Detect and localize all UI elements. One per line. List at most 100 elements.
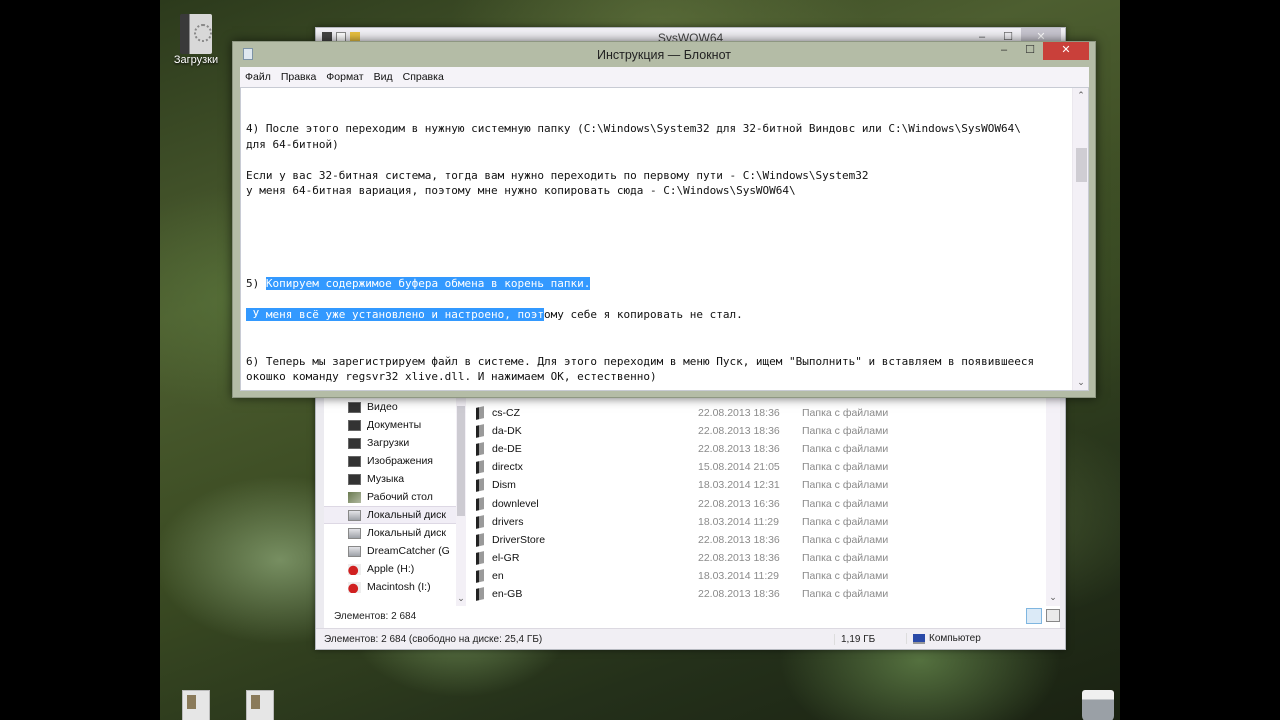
desktop-icon-label: Загрузки — [173, 54, 219, 66]
minimize-button[interactable]: – — [991, 42, 1017, 60]
text-editor[interactable]: 4) После этого переходим в нужную систем… — [240, 87, 1089, 391]
details-view-button[interactable] — [1026, 608, 1042, 624]
text-segment: ому себе я копировать не стал. — [544, 308, 743, 321]
file-row[interactable]: drivers 18.03.2014 11:29 Папка с файлами — [466, 513, 1026, 531]
vertical-scrollbar[interactable]: ⌃ ⌄ — [1072, 88, 1088, 390]
text-line — [246, 152, 1034, 168]
nav-item[interactable]: Локальный диск — [324, 524, 456, 542]
file-date: 22.08.2013 18:36 — [698, 425, 780, 438]
file-type: Папка с файлами — [802, 533, 889, 546]
desktop-document-shortcut[interactable] — [246, 690, 274, 720]
file-type: Папка с файлами — [802, 461, 889, 474]
scrollbar-thumb[interactable] — [457, 406, 465, 516]
file-row[interactable]: directx 15.08.2014 21:05 Папка с файлами — [466, 458, 1026, 476]
file-row[interactable]: DriverStore 22.08.2013 18:36 Папка с файла… — [466, 531, 1026, 549]
nav-item-label: Apple (H:) — [367, 563, 415, 575]
nav-item-label: Рабочий стол — [367, 491, 433, 503]
file-type: Папка с файлами — [802, 497, 889, 510]
text-line — [246, 214, 1034, 230]
notepad-title: Инструкция — Блокнот — [597, 48, 731, 62]
desktop-downloads-shortcut[interactable]: Загрузки — [168, 14, 224, 66]
nav-item[interactable]: DreamCatcher (G — [324, 542, 456, 560]
file-type: Папка с файлами — [802, 551, 889, 564]
nav-item[interactable]: Изображения — [324, 452, 456, 470]
document-text[interactable]: 4) После этого переходим в нужную систем… — [246, 121, 1034, 385]
menu-view[interactable]: Вид — [374, 71, 393, 83]
file-row[interactable]: el-GR 22.08.2013 18:36 Папка с файлами — [466, 549, 1026, 567]
desktop: Загрузки SysWOW64 – ☐ ✕ Видео Документы За… — [160, 0, 1120, 720]
text-line: 5) Копируем содержимое буфера обмена в к… — [246, 276, 1034, 292]
selected-text: У меня всё уже установлено и настроено, … — [246, 308, 545, 321]
menu-bar: Файл Правка Формат Вид Справка — [240, 67, 1089, 87]
music-library-icon — [348, 473, 361, 485]
file-row[interactable]: en-GB 22.08.2013 18:36 Папка с файлами — [466, 585, 1026, 603]
menu-file[interactable]: Файл — [245, 71, 271, 83]
item-count-bar: Элементов: 2 684 — [324, 606, 1060, 628]
file-name: drivers — [492, 515, 524, 528]
navigation-scrollbar[interactable]: ⌄ — [456, 398, 466, 606]
folder-icon — [476, 514, 484, 529]
file-name: en — [492, 569, 504, 582]
desktop-document-shortcut[interactable] — [182, 690, 210, 720]
file-name: directx — [492, 461, 523, 474]
text-line: 6) Теперь мы зарегистрируем файл в систе… — [246, 354, 1035, 368]
video-library-icon — [348, 401, 361, 413]
close-button[interactable]: ✕ — [1043, 42, 1089, 60]
status-location: Компьютер — [906, 633, 981, 644]
file-date: 22.08.2013 18:36 — [698, 407, 780, 419]
text-line — [246, 245, 1034, 261]
nav-item[interactable]: Локальный диск — [324, 506, 456, 524]
large-icons-view-button[interactable] — [1046, 609, 1060, 622]
file-type: Папка с файлами — [802, 425, 889, 438]
text-segment: 5) — [246, 277, 266, 290]
status-location-label: Компьютер — [929, 633, 981, 644]
nav-item[interactable]: Macintosh (I:) — [324, 578, 456, 596]
file-row[interactable]: da-DK 22.08.2013 18:36 Папка с файлами — [466, 422, 1026, 440]
file-row[interactable]: de-DE 22.08.2013 18:36 Папка с файлами — [466, 440, 1026, 458]
scrollbar-thumb[interactable] — [1076, 148, 1087, 182]
file-row[interactable]: cs-CZ 22.08.2013 18:36 Папка с файлами — [466, 404, 1026, 422]
file-row[interactable]: Dism 18.03.2014 12:31 Папка с файлами — [466, 476, 1026, 494]
scroll-down-icon[interactable]: ⌄ — [456, 593, 466, 604]
scroll-down-icon[interactable]: ⌄ — [1073, 377, 1088, 388]
downloads-folder-icon — [180, 14, 212, 54]
nav-item[interactable]: Загрузки — [324, 434, 456, 452]
document-icon — [182, 690, 210, 720]
file-name: Dism — [492, 479, 516, 492]
recycle-bin[interactable] — [1082, 690, 1114, 720]
file-date: 22.08.2013 18:36 — [698, 551, 780, 564]
maximize-button[interactable]: ☐ — [1017, 42, 1043, 60]
file-row[interactable]: en 18.03.2014 11:29 Папка с файлами — [466, 567, 1026, 585]
nav-item[interactable]: Apple (H:) — [324, 560, 456, 578]
file-type: Папка с файлами — [802, 588, 889, 600]
file-name: DriverStore — [492, 533, 546, 546]
scroll-down-icon[interactable]: ⌄ — [1046, 592, 1060, 603]
navigation-pane[interactable]: Видео Документы Загрузки Изображения Музыка Р… — [324, 398, 456, 606]
file-type: Папка с файлами — [802, 443, 889, 456]
file-row[interactable]: downlevel 22.08.2013 16:36 Папка с файлами — [466, 495, 1026, 513]
item-count: Элементов: 2 684 — [334, 611, 417, 622]
scroll-up-icon[interactable]: ⌃ — [1073, 90, 1088, 101]
nav-item[interactable]: Музыка — [324, 470, 456, 488]
nav-item[interactable]: Рабочий стол — [324, 488, 456, 506]
nav-item-label: Документы — [367, 419, 422, 431]
menu-help[interactable]: Справка — [403, 71, 444, 83]
menu-format[interactable]: Формат — [326, 71, 363, 83]
nav-item-label: DreamCatcher (G — [367, 545, 450, 557]
nav-item[interactable]: Документы — [324, 416, 456, 434]
document-icon — [246, 690, 274, 720]
notepad-titlebar[interactable]: Инструкция — Блокнот – ☐ ✕ — [233, 42, 1095, 67]
file-type: Папка с файлами — [802, 479, 889, 492]
text-line: Если у вас 32-битная система, тогда вам … — [246, 168, 869, 182]
nav-item-label: Загрузки — [367, 437, 410, 449]
file-list-scrollbar[interactable]: ⌄ — [1046, 398, 1060, 606]
file-name: el-GR — [492, 551, 520, 564]
notepad-window[interactable]: Инструкция — Блокнот – ☐ ✕ Файл Правка Ф… — [232, 41, 1096, 398]
menu-edit[interactable]: Правка — [281, 71, 316, 83]
file-list[interactable]: cs-CZ 22.08.2013 18:36 Папка с файлами da-D… — [466, 398, 1046, 606]
nav-item[interactable]: Видео — [324, 398, 456, 416]
downloads-library-icon — [348, 437, 361, 449]
file-name: de-DE — [492, 443, 522, 456]
folder-icon — [476, 478, 484, 493]
file-date: 18.03.2014 12:31 — [698, 479, 780, 492]
